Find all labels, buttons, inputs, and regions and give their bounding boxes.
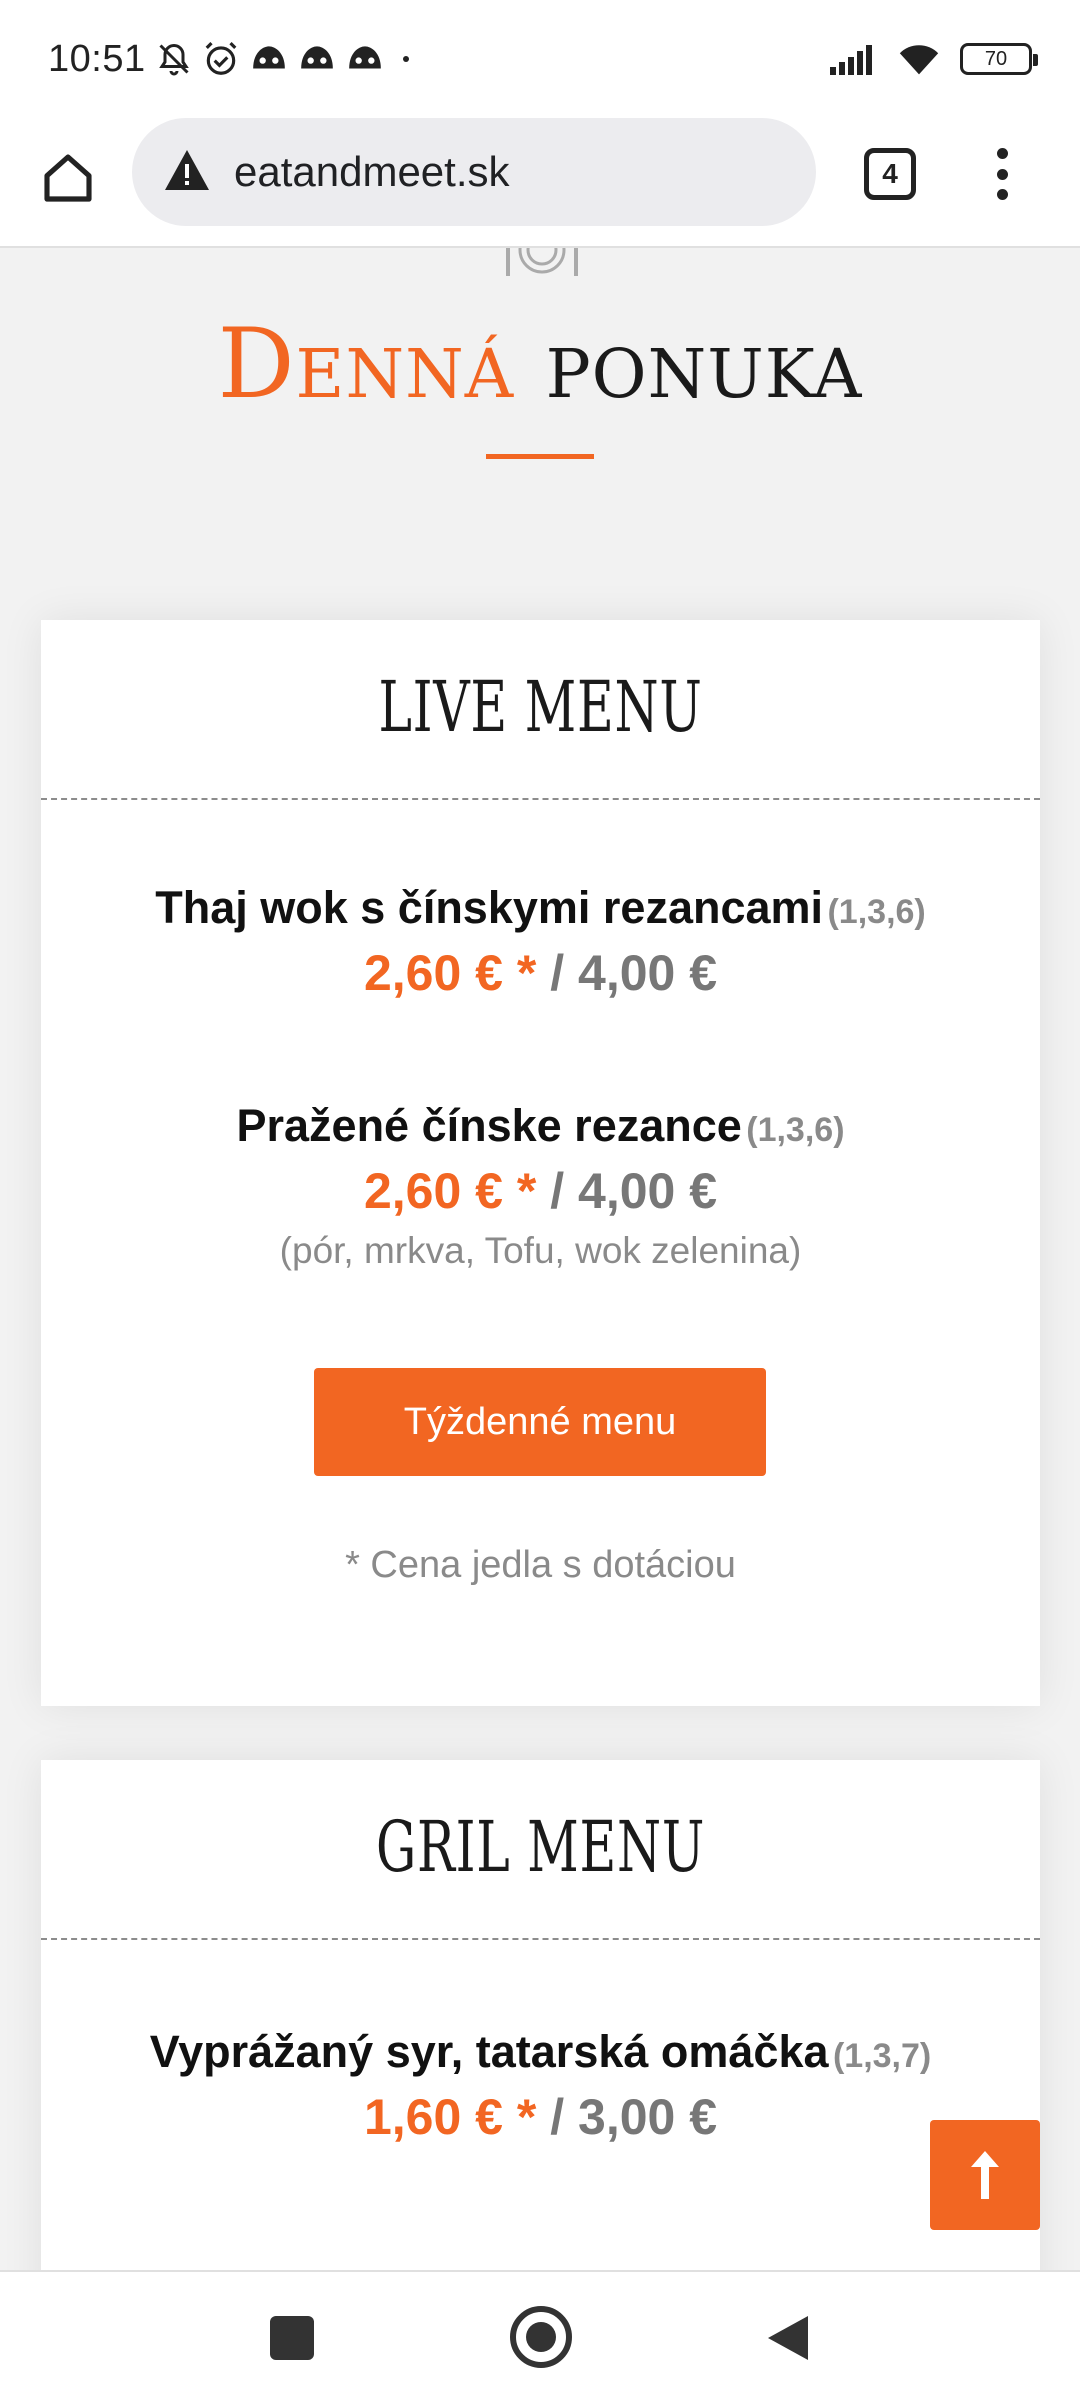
- menu-item: Thaj wok s čínskymi rezancami (1,3,6) 2,…: [41, 882, 1040, 1002]
- warning-icon[interactable]: [162, 148, 212, 197]
- back-button[interactable]: [764, 2312, 812, 2369]
- price-subsidized: 2,60 € *: [363, 1163, 537, 1219]
- page-title: Denná ponuka: [0, 308, 1080, 420]
- notification-app-icon: [298, 43, 336, 75]
- price-full: 4,00 €: [578, 1163, 718, 1219]
- muted-bell-icon: [156, 41, 192, 77]
- price-full: 3,00 €: [578, 2089, 718, 2145]
- home-button[interactable]: [36, 146, 100, 210]
- dish-allergens: (1,3,6): [827, 893, 926, 931]
- page-title-accent: Denná: [217, 308, 515, 420]
- back-icon: [768, 2316, 808, 2360]
- price-separator: /: [536, 945, 579, 1001]
- price-separator: /: [536, 2089, 579, 2145]
- dish-description: (pór, mrkva, Tofu, wok zelenina): [279, 1230, 802, 1271]
- wifi-icon: [896, 41, 942, 77]
- battery-icon: 70: [960, 43, 1038, 75]
- dish-price: 2,60 € * / 4,00 €: [41, 944, 1040, 1002]
- price-subsidized: 2,60 € *: [363, 945, 537, 1001]
- signal-icon: [828, 43, 878, 75]
- arrow-up-icon: [971, 2151, 999, 2199]
- weekly-menu-button[interactable]: Týždenné menu: [314, 1368, 766, 1476]
- dot: [996, 168, 1008, 180]
- status-right: 70: [828, 41, 1038, 77]
- address-bar[interactable]: eatandmeet.sk: [132, 118, 816, 226]
- system-nav-bar: [0, 2270, 1080, 2400]
- alarm-icon: [202, 40, 240, 78]
- notification-app-icon: [346, 43, 384, 75]
- system-home-button[interactable]: [510, 2306, 572, 2368]
- card-divider: [41, 798, 1040, 800]
- card-title: GRIL MENU: [375, 1806, 706, 1888]
- status-left: 10:51: [48, 38, 418, 81]
- dot: [996, 189, 1008, 200]
- tab-switcher-button[interactable]: 4: [864, 148, 916, 200]
- dish-allergens: (1,3,6): [746, 1111, 845, 1149]
- menu-item: Vyprážaný syr, tatarská omáčka (1,3,7) 1…: [41, 2026, 1040, 2146]
- menu-item: Pražené čínske rezance (1,3,6) 2,60 € * …: [41, 1100, 1040, 1272]
- dish-name: Pražené čínske rezance: [236, 1100, 742, 1151]
- status-bar: 10:51 70: [0, 0, 1080, 118]
- dish-price: 2,60 € * / 4,00 €: [41, 1162, 1040, 1220]
- card-title: LIVE MENU: [378, 666, 703, 748]
- dish-price: 1,60 € * / 3,00 €: [41, 2088, 1040, 2146]
- cutlery-plate-icon: [500, 248, 584, 291]
- price-separator: /: [536, 1163, 579, 1219]
- notification-app-icon: [250, 43, 288, 75]
- page-title-rest: ponuka: [545, 308, 863, 420]
- home-dot-icon: [526, 2322, 556, 2352]
- price-full: 4,00 €: [578, 945, 718, 1001]
- home-icon: [44, 154, 92, 202]
- url-text[interactable]: eatandmeet.sk: [234, 148, 510, 196]
- status-time: 10:51: [48, 37, 146, 80]
- dot: [996, 148, 1008, 159]
- browser-menu-button[interactable]: [982, 142, 1022, 206]
- price-subsidized: 1,60 € *: [363, 2089, 537, 2145]
- scroll-to-top-button[interactable]: [930, 2120, 1040, 2230]
- gril-menu-card: GRIL MENU Vyprážaný syr, tatarská omáčka…: [41, 1760, 1040, 2270]
- subsidy-note: * Cena jedla s dotáciou: [345, 1544, 736, 1586]
- browser-toolbar: eatandmeet.sk 4: [0, 118, 1080, 248]
- dish-allergens: (1,3,7): [832, 2037, 932, 2075]
- live-menu-card: LIVE MENU Thaj wok s čínskymi rezancami …: [41, 620, 1040, 1706]
- card-divider: [41, 1938, 1040, 1940]
- title-underline: [486, 454, 594, 459]
- dish-name: Thaj wok s čínskymi rezancami: [155, 882, 824, 933]
- dish-name: Vyprážaný syr, tatarská omáčka: [149, 2026, 829, 2077]
- page-content: Denná ponuka LIVE MENU Thaj wok s čínsky…: [0, 248, 1080, 2270]
- recents-button[interactable]: [270, 2316, 314, 2360]
- more-notifications-dot-icon: [394, 47, 418, 71]
